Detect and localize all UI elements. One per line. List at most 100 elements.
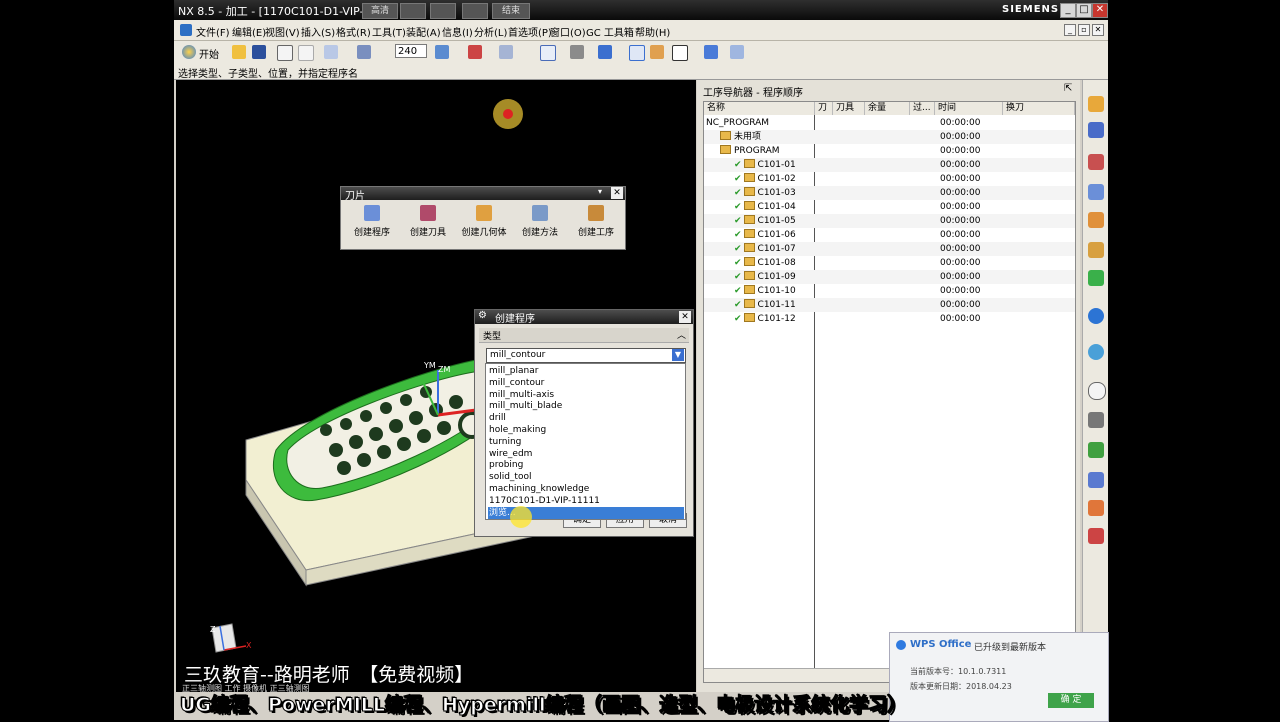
start-button[interactable]: 开始 <box>199 46 219 61</box>
table-row[interactable]: ✔ C101-12 00:00:00 <box>704 312 1075 326</box>
zoom-value-field[interactable]: 240 <box>395 44 427 58</box>
table-row[interactable]: ✔ C101-02 00:00:00 <box>704 172 1075 186</box>
undo-icon[interactable] <box>277 45 293 61</box>
resource-history-icon[interactable] <box>1088 154 1104 170</box>
create-operation-button[interactable]: 创建工序 <box>568 203 624 247</box>
menu-file[interactable]: 文件(F) <box>196 24 230 39</box>
resource-nav-icon[interactable] <box>1088 96 1104 112</box>
menu-tools[interactable]: 工具(T) <box>372 24 406 39</box>
table-row[interactable]: ✔ C101-09 00:00:00 <box>704 270 1075 284</box>
wps-ok-button[interactable]: 确 定 <box>1048 693 1094 708</box>
quick-access-home-icon[interactable] <box>462 3 488 19</box>
mdi-close-button[interactable]: ✕ <box>1092 24 1104 36</box>
dropdown-option[interactable]: mill_multi-axis <box>488 389 684 401</box>
create-tool-button[interactable]: 创建刀具 <box>400 203 456 247</box>
menu-info[interactable]: 信息(I) <box>442 24 473 39</box>
resource-roles-icon[interactable] <box>1088 270 1104 286</box>
table-row[interactable]: ✔ C101-08 00:00:00 <box>704 256 1075 270</box>
quick-access-frame-icon[interactable] <box>400 3 426 19</box>
create-method-button[interactable]: 创建方法 <box>512 203 568 247</box>
table-row[interactable]: NC_PROGRAM 00:00:00 <box>704 116 1075 130</box>
menu-insert[interactable]: 插入(S) <box>301 24 335 39</box>
table-row[interactable]: ✔ C101-07 00:00:00 <box>704 242 1075 256</box>
dropdown-option[interactable]: probing <box>488 459 684 471</box>
create-geometry-button[interactable]: 创建几何体 <box>456 203 512 247</box>
type-select[interactable]: mill_contour ▼ <box>486 348 686 363</box>
resource-web-icon[interactable] <box>1088 308 1104 324</box>
resource-palette-icon[interactable] <box>1088 412 1104 428</box>
menu-window[interactable]: 窗口(O) <box>550 24 586 39</box>
minimize-button[interactable]: _ <box>1060 3 1076 18</box>
column-header-stock[interactable]: 余量 <box>865 102 910 115</box>
column-header-tool-change[interactable]: 换刀 <box>1003 102 1075 115</box>
quick-access-window-icon[interactable] <box>430 3 456 19</box>
dropdown-option[interactable]: mill_contour <box>488 377 684 389</box>
dropdown-option[interactable]: drill <box>488 412 684 424</box>
orient-view-icon[interactable] <box>704 45 718 59</box>
create-program-button[interactable]: 创建程序 <box>344 203 400 247</box>
table-row[interactable]: ✔ C101-04 00:00:00 <box>704 200 1075 214</box>
resource-assembly-icon[interactable] <box>1088 122 1104 138</box>
dropdown-option[interactable]: mill_multi_blade <box>488 400 684 412</box>
select-filter-icon[interactable] <box>357 45 371 59</box>
redo-icon[interactable] <box>298 45 314 61</box>
save-icon[interactable] <box>252 45 266 59</box>
dropdown-option[interactable]: hole_making <box>488 424 684 436</box>
column-header-tool[interactable]: 刀具 <box>833 102 865 115</box>
copy-icon[interactable] <box>324 45 338 59</box>
fit-view-icon[interactable] <box>540 45 556 61</box>
table-row[interactable]: PROGRAM 00:00:00 <box>704 144 1075 158</box>
menu-analysis[interactable]: 分析(L) <box>474 24 507 39</box>
quick-access-end[interactable]: 结束 <box>492 3 530 19</box>
menu-gc-toolbox[interactable]: GC 工具箱 <box>586 24 634 39</box>
dialog-title-bar[interactable]: ⚙ 创建程序 ✕ <box>475 310 693 325</box>
resource-clock-icon[interactable] <box>1088 382 1106 400</box>
mdi-restore-button[interactable]: ▫ <box>1078 24 1090 36</box>
type-section-header[interactable]: 类型 ︿ <box>479 328 689 343</box>
resource-process-icon[interactable] <box>1088 472 1104 488</box>
column-header-over[interactable]: 过... <box>910 102 935 115</box>
layer-icon[interactable] <box>650 45 664 59</box>
menu-help[interactable]: 帮助(H) <box>635 24 670 39</box>
table-row[interactable]: ✔ C101-05 00:00:00 <box>704 214 1075 228</box>
dialog-gear-icon[interactable]: ⚙ <box>478 310 487 321</box>
section-view-icon[interactable] <box>730 45 744 59</box>
dropdown-option[interactable]: machining_knowledge <box>488 483 684 495</box>
table-row[interactable]: ✔ C101-06 00:00:00 <box>704 228 1075 242</box>
table-row[interactable]: ✔ C101-03 00:00:00 <box>704 186 1075 200</box>
palette-title-bar[interactable]: 刀片 ▾ ✕ <box>341 187 625 202</box>
column-header-name[interactable]: 名称 <box>704 102 815 115</box>
table-row[interactable]: ✔ C101-11 00:00:00 <box>704 298 1075 312</box>
close-button[interactable]: ✕ <box>1092 3 1108 18</box>
dropdown-option[interactable]: mill_planar <box>488 365 684 377</box>
resource-print-icon[interactable] <box>1088 528 1104 544</box>
dropdown-option[interactable]: wire_edm <box>488 448 684 460</box>
menu-edit[interactable]: 编辑(E) <box>232 24 266 39</box>
start-icon[interactable] <box>182 45 196 59</box>
solid-cube-icon[interactable] <box>598 45 612 59</box>
collapse-chevron-icon[interactable]: ︿ <box>677 328 686 341</box>
dropdown-option[interactable]: 1170C101-D1-VIP-11111 <box>488 495 684 507</box>
chevron-down-icon[interactable]: ▼ <box>672 349 684 361</box>
resource-operation-icon[interactable] <box>1088 184 1104 200</box>
snap-icon[interactable] <box>468 45 482 59</box>
view-triad-icon[interactable] <box>499 45 513 59</box>
table-row[interactable]: 未用项 00:00:00 <box>704 130 1075 144</box>
menu-format[interactable]: 格式(R) <box>336 24 371 39</box>
resource-people-icon[interactable] <box>1088 500 1104 516</box>
menu-assembly[interactable]: 装配(A) <box>406 24 441 39</box>
table-row[interactable]: ✔ C101-01 00:00:00 <box>704 158 1075 172</box>
resource-color-icon[interactable] <box>1088 442 1104 458</box>
resource-machine-icon[interactable] <box>1088 212 1104 228</box>
wire-cube-icon[interactable] <box>629 45 645 61</box>
menu-preferences[interactable]: 首选项(P) <box>508 24 552 39</box>
dialog-close-button[interactable]: ✕ <box>679 311 691 323</box>
dropdown-option[interactable]: solid_tool <box>488 471 684 483</box>
dropdown-option[interactable]: turning <box>488 436 684 448</box>
resource-history-clock-icon[interactable] <box>1088 344 1104 360</box>
display-mode-icon[interactable] <box>435 45 449 59</box>
resource-reuse-icon[interactable] <box>1088 242 1104 258</box>
open-folder-icon[interactable] <box>232 45 246 59</box>
render-style-icon[interactable] <box>570 45 584 59</box>
quick-access-hd[interactable]: 高清 <box>362 3 398 19</box>
